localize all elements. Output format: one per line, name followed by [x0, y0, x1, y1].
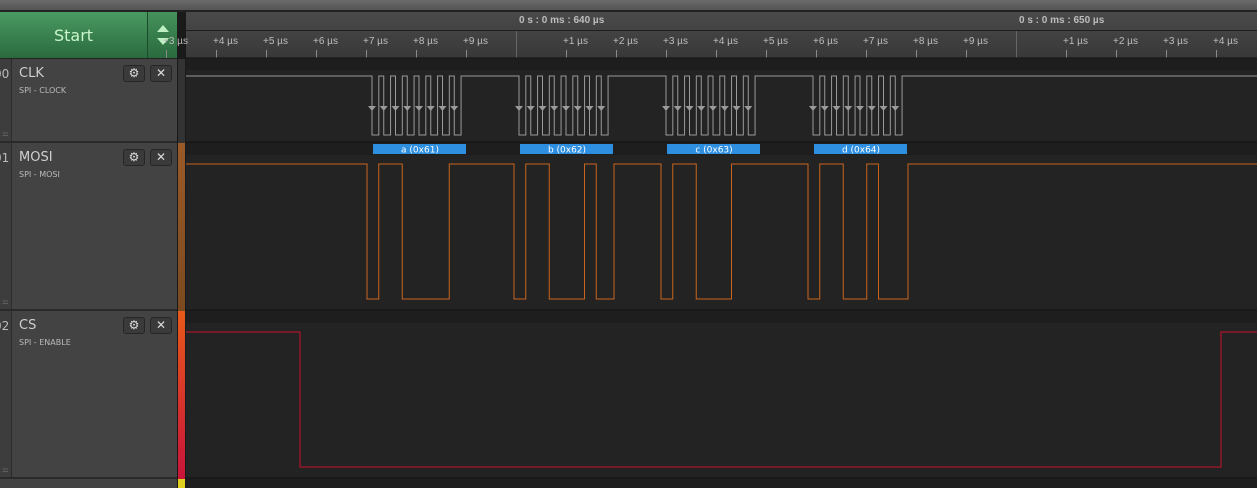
waveform-area[interactable]: a (0x61) b (0x62) c (0x63) d (0x64) [0, 0, 1257, 488]
row-band [186, 59, 1257, 70]
decoded-byte-label: c (0x63) [695, 146, 732, 156]
decoded-byte-label: d (0x64) [842, 146, 880, 156]
decoded-byte-label: b (0x62) [548, 146, 586, 156]
row-band [186, 311, 1257, 323]
clk-signal [186, 75, 1257, 136]
cs-signal [186, 331, 1257, 468]
mosi-signal [186, 163, 1257, 300]
row-band [186, 479, 1257, 488]
decoded-byte-label: a (0x61) [401, 146, 439, 156]
